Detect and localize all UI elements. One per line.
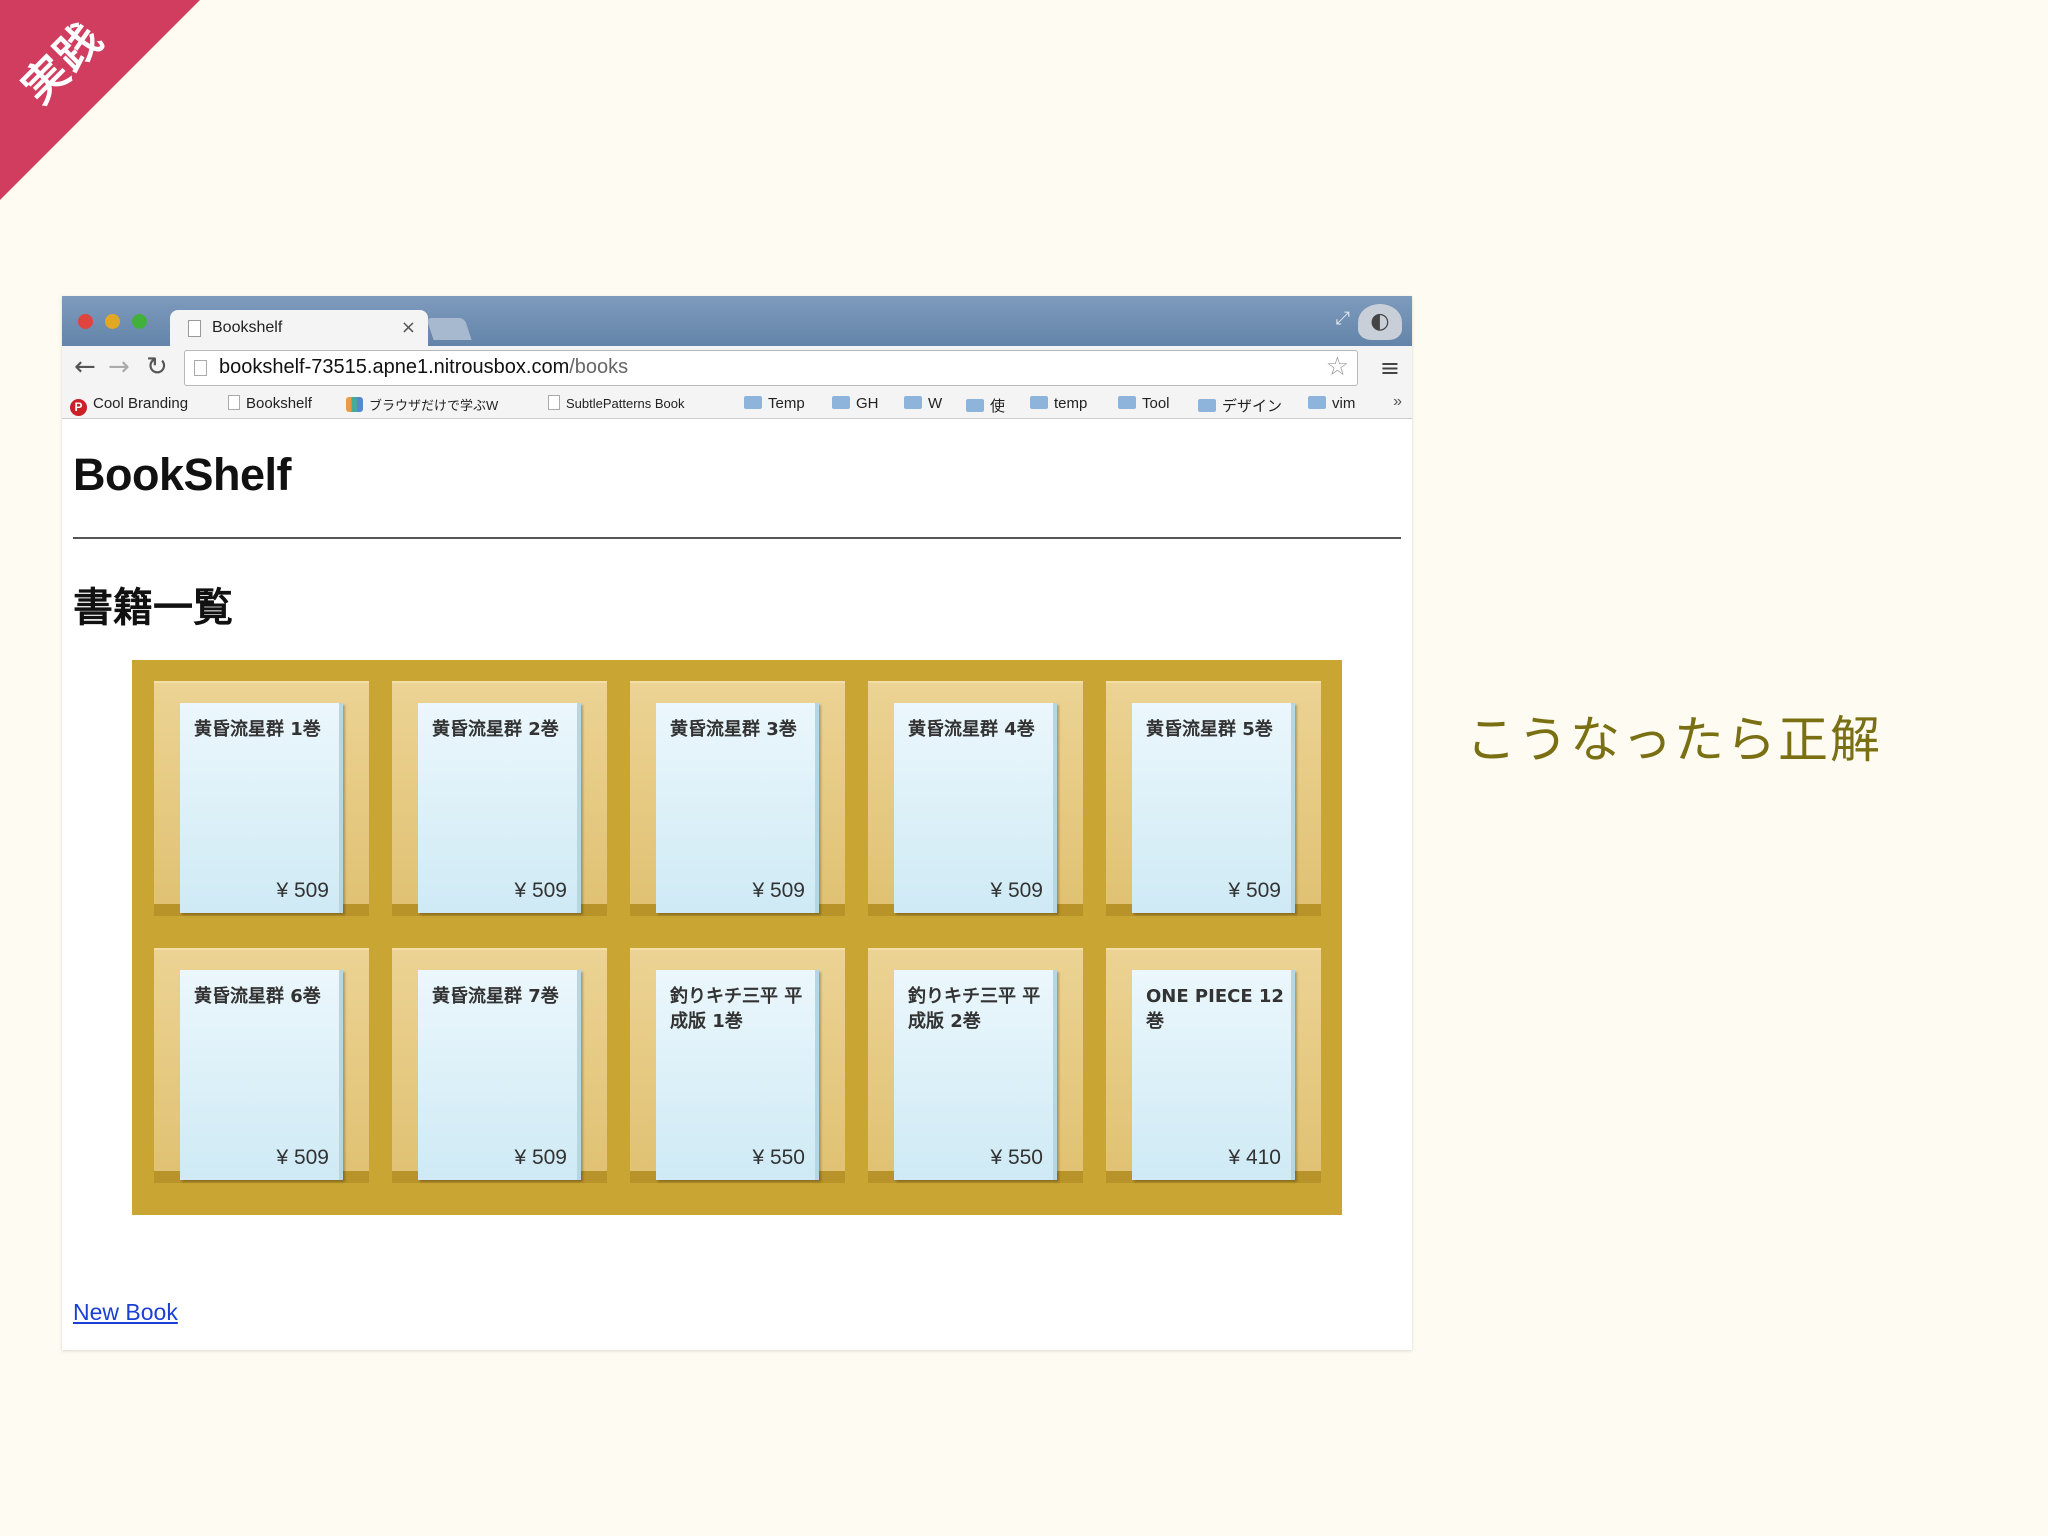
- book-title: 黄昏流星群 2巻: [432, 719, 559, 740]
- book-card[interactable]: 釣りキチ三平 平成版 1巻 ¥ 550: [656, 970, 819, 1180]
- book-price: ¥ 410: [1228, 1146, 1281, 1169]
- book-card[interactable]: ONE PIECE 12巻 ¥ 410: [1132, 970, 1295, 1180]
- tab-title: Bookshelf: [212, 319, 283, 336]
- fullscreen-icon[interactable]: ⤢: [1336, 308, 1350, 329]
- book-price: ¥ 509: [752, 879, 805, 902]
- browser-tab[interactable]: Bookshelf ×: [170, 310, 428, 346]
- ribbon-label: 実践: [12, 12, 114, 114]
- new-book-link[interactable]: New Book: [73, 1299, 178, 1326]
- pinterest-icon: P: [70, 399, 87, 416]
- book-card[interactable]: 黄昏流星群 5巻 ¥ 509: [1132, 703, 1295, 913]
- book-price: ¥ 509: [276, 879, 329, 902]
- incognito-icon: ◐: [1358, 304, 1402, 340]
- page-icon: [188, 320, 201, 337]
- bookmarks-bar: P Cool Branding Bookshelf ブラウザだけで学ぶW Subt…: [62, 390, 1412, 419]
- bookmark-folder[interactable]: デザイン: [1198, 395, 1282, 416]
- book-price: ¥ 509: [514, 1146, 567, 1169]
- book-title: 黄昏流星群 6巻: [194, 986, 321, 1007]
- bookmark-folder[interactable]: temp: [1030, 395, 1087, 412]
- bookmark-folder[interactable]: Tool: [1118, 395, 1170, 412]
- shelf-slot: 釣りキチ三平 平成版 1巻 ¥ 550: [630, 948, 845, 1183]
- multicolor-icon: [346, 397, 363, 412]
- menu-icon[interactable]: ≡: [1380, 354, 1400, 382]
- shelf-slot: 黄昏流星群 4巻 ¥ 509: [868, 681, 1083, 916]
- book-title: 黄昏流星群 4巻: [908, 719, 1035, 740]
- shelf-slot: 黄昏流星群 2巻 ¥ 509: [392, 681, 607, 916]
- page-icon: [228, 395, 240, 410]
- bookshelf: 黄昏流星群 1巻 ¥ 509 黄昏流星群 2巻 ¥ 509 黄昏流星群 3巻 ¥ 50…: [132, 660, 1342, 1215]
- folder-icon: [1308, 396, 1326, 409]
- folder-icon: [1118, 396, 1136, 409]
- forward-icon[interactable]: →: [108, 352, 130, 382]
- shelf-slot: ONE PIECE 12巻 ¥ 410: [1106, 948, 1321, 1183]
- bookmark-item[interactable]: ブラウザだけで学ぶW: [346, 395, 498, 414]
- book-card[interactable]: 黄昏流星群 1巻 ¥ 509: [180, 703, 343, 913]
- zoom-window-button[interactable]: [132, 314, 147, 329]
- bookmarks-more-icon[interactable]: »: [1393, 393, 1402, 411]
- book-card[interactable]: 黄昏流星群 7巻 ¥ 509: [418, 970, 581, 1180]
- book-title: 黄昏流星群 7巻: [432, 986, 559, 1007]
- folder-icon: [1198, 399, 1216, 412]
- folder-icon: [904, 396, 922, 409]
- book-price: ¥ 509: [1228, 879, 1281, 902]
- browser-window: Bookshelf × ⤢ ◐ ← → ↻ bookshelf-73515.ap…: [62, 296, 1412, 1350]
- header-divider: [73, 537, 1401, 539]
- shelf-slot: 黄昏流星群 7巻 ¥ 509: [392, 948, 607, 1183]
- book-title: 釣りキチ三平 平成版 1巻: [670, 986, 803, 1032]
- reload-icon[interactable]: ↻: [146, 352, 168, 382]
- url-path: /books: [569, 356, 629, 378]
- book-title: 釣りキチ三平 平成版 2巻: [908, 986, 1041, 1032]
- book-card[interactable]: 黄昏流星群 3巻 ¥ 509: [656, 703, 819, 913]
- book-title: 黄昏流星群 3巻: [670, 719, 797, 740]
- page-content: BookShelf 書籍一覧 黄昏流星群 1巻 ¥ 509 黄昏流星群 2巻 ¥ 5…: [62, 419, 1412, 1350]
- book-price: ¥ 550: [752, 1146, 805, 1169]
- browser-titlebar: Bookshelf × ⤢ ◐: [62, 296, 1412, 346]
- page-icon: [194, 360, 207, 376]
- shelf-slot: 黄昏流星群 6巻 ¥ 509: [154, 948, 369, 1183]
- bookmark-star-icon[interactable]: ☆: [1326, 352, 1349, 382]
- back-icon[interactable]: ←: [74, 352, 96, 382]
- folder-icon: [966, 399, 984, 412]
- tab-close-icon[interactable]: ×: [401, 317, 416, 338]
- url-text[interactable]: bookshelf-73515.apne1.nitrousbox.com/boo…: [219, 356, 628, 379]
- corner-ribbon: 実践: [0, 0, 200, 200]
- bookmark-folder[interactable]: Temp: [744, 395, 805, 412]
- folder-icon: [832, 396, 850, 409]
- minimize-window-button[interactable]: [105, 314, 120, 329]
- bookmark-item[interactable]: P Cool Branding: [70, 395, 188, 416]
- slide-caption: こうなったら正解: [1466, 711, 1882, 769]
- shelf-slot: 黄昏流星群 1巻 ¥ 509: [154, 681, 369, 916]
- close-window-button[interactable]: [78, 314, 93, 329]
- bookmark-item[interactable]: SubtlePatterns Book: [548, 395, 685, 412]
- book-card[interactable]: 黄昏流星群 2巻 ¥ 509: [418, 703, 581, 913]
- bookmark-folder[interactable]: GH: [832, 395, 879, 412]
- new-tab-button[interactable]: [426, 318, 472, 340]
- folder-icon: [744, 396, 762, 409]
- bookmark-item[interactable]: Bookshelf: [228, 395, 312, 412]
- book-price: ¥ 509: [514, 879, 567, 902]
- book-price: ¥ 509: [990, 879, 1043, 902]
- page-icon: [548, 395, 560, 410]
- site-title: BookShelf: [73, 449, 292, 500]
- book-card[interactable]: 釣りキチ三平 平成版 2巻 ¥ 550: [894, 970, 1057, 1180]
- book-title: ONE PIECE 12巻: [1146, 986, 1284, 1032]
- book-title: 黄昏流星群 5巻: [1146, 719, 1273, 740]
- bookmark-folder[interactable]: vim: [1308, 395, 1355, 412]
- book-card[interactable]: 黄昏流星群 6巻 ¥ 509: [180, 970, 343, 1180]
- page-title: 書籍一覧: [73, 585, 233, 631]
- book-price: ¥ 550: [990, 1146, 1043, 1169]
- shelf-slot: 黄昏流星群 3巻 ¥ 509: [630, 681, 845, 916]
- url-host: bookshelf-73515.apne1.nitrousbox.com: [219, 356, 570, 378]
- shelf-slot: 黄昏流星群 5巻 ¥ 509: [1106, 681, 1321, 916]
- book-price: ¥ 509: [276, 1146, 329, 1169]
- address-bar[interactable]: bookshelf-73515.apne1.nitrousbox.com/boo…: [184, 350, 1358, 386]
- bookmark-folder[interactable]: 使: [966, 395, 1005, 416]
- book-card[interactable]: 黄昏流星群 4巻 ¥ 509: [894, 703, 1057, 913]
- book-title: 黄昏流星群 1巻: [194, 719, 321, 740]
- bookmark-folder[interactable]: W: [904, 395, 942, 412]
- shelf-slot: 釣りキチ三平 平成版 2巻 ¥ 550: [868, 948, 1083, 1183]
- folder-icon: [1030, 396, 1048, 409]
- browser-toolbar: ← → ↻ bookshelf-73515.apne1.nitrousbox.c…: [62, 346, 1412, 390]
